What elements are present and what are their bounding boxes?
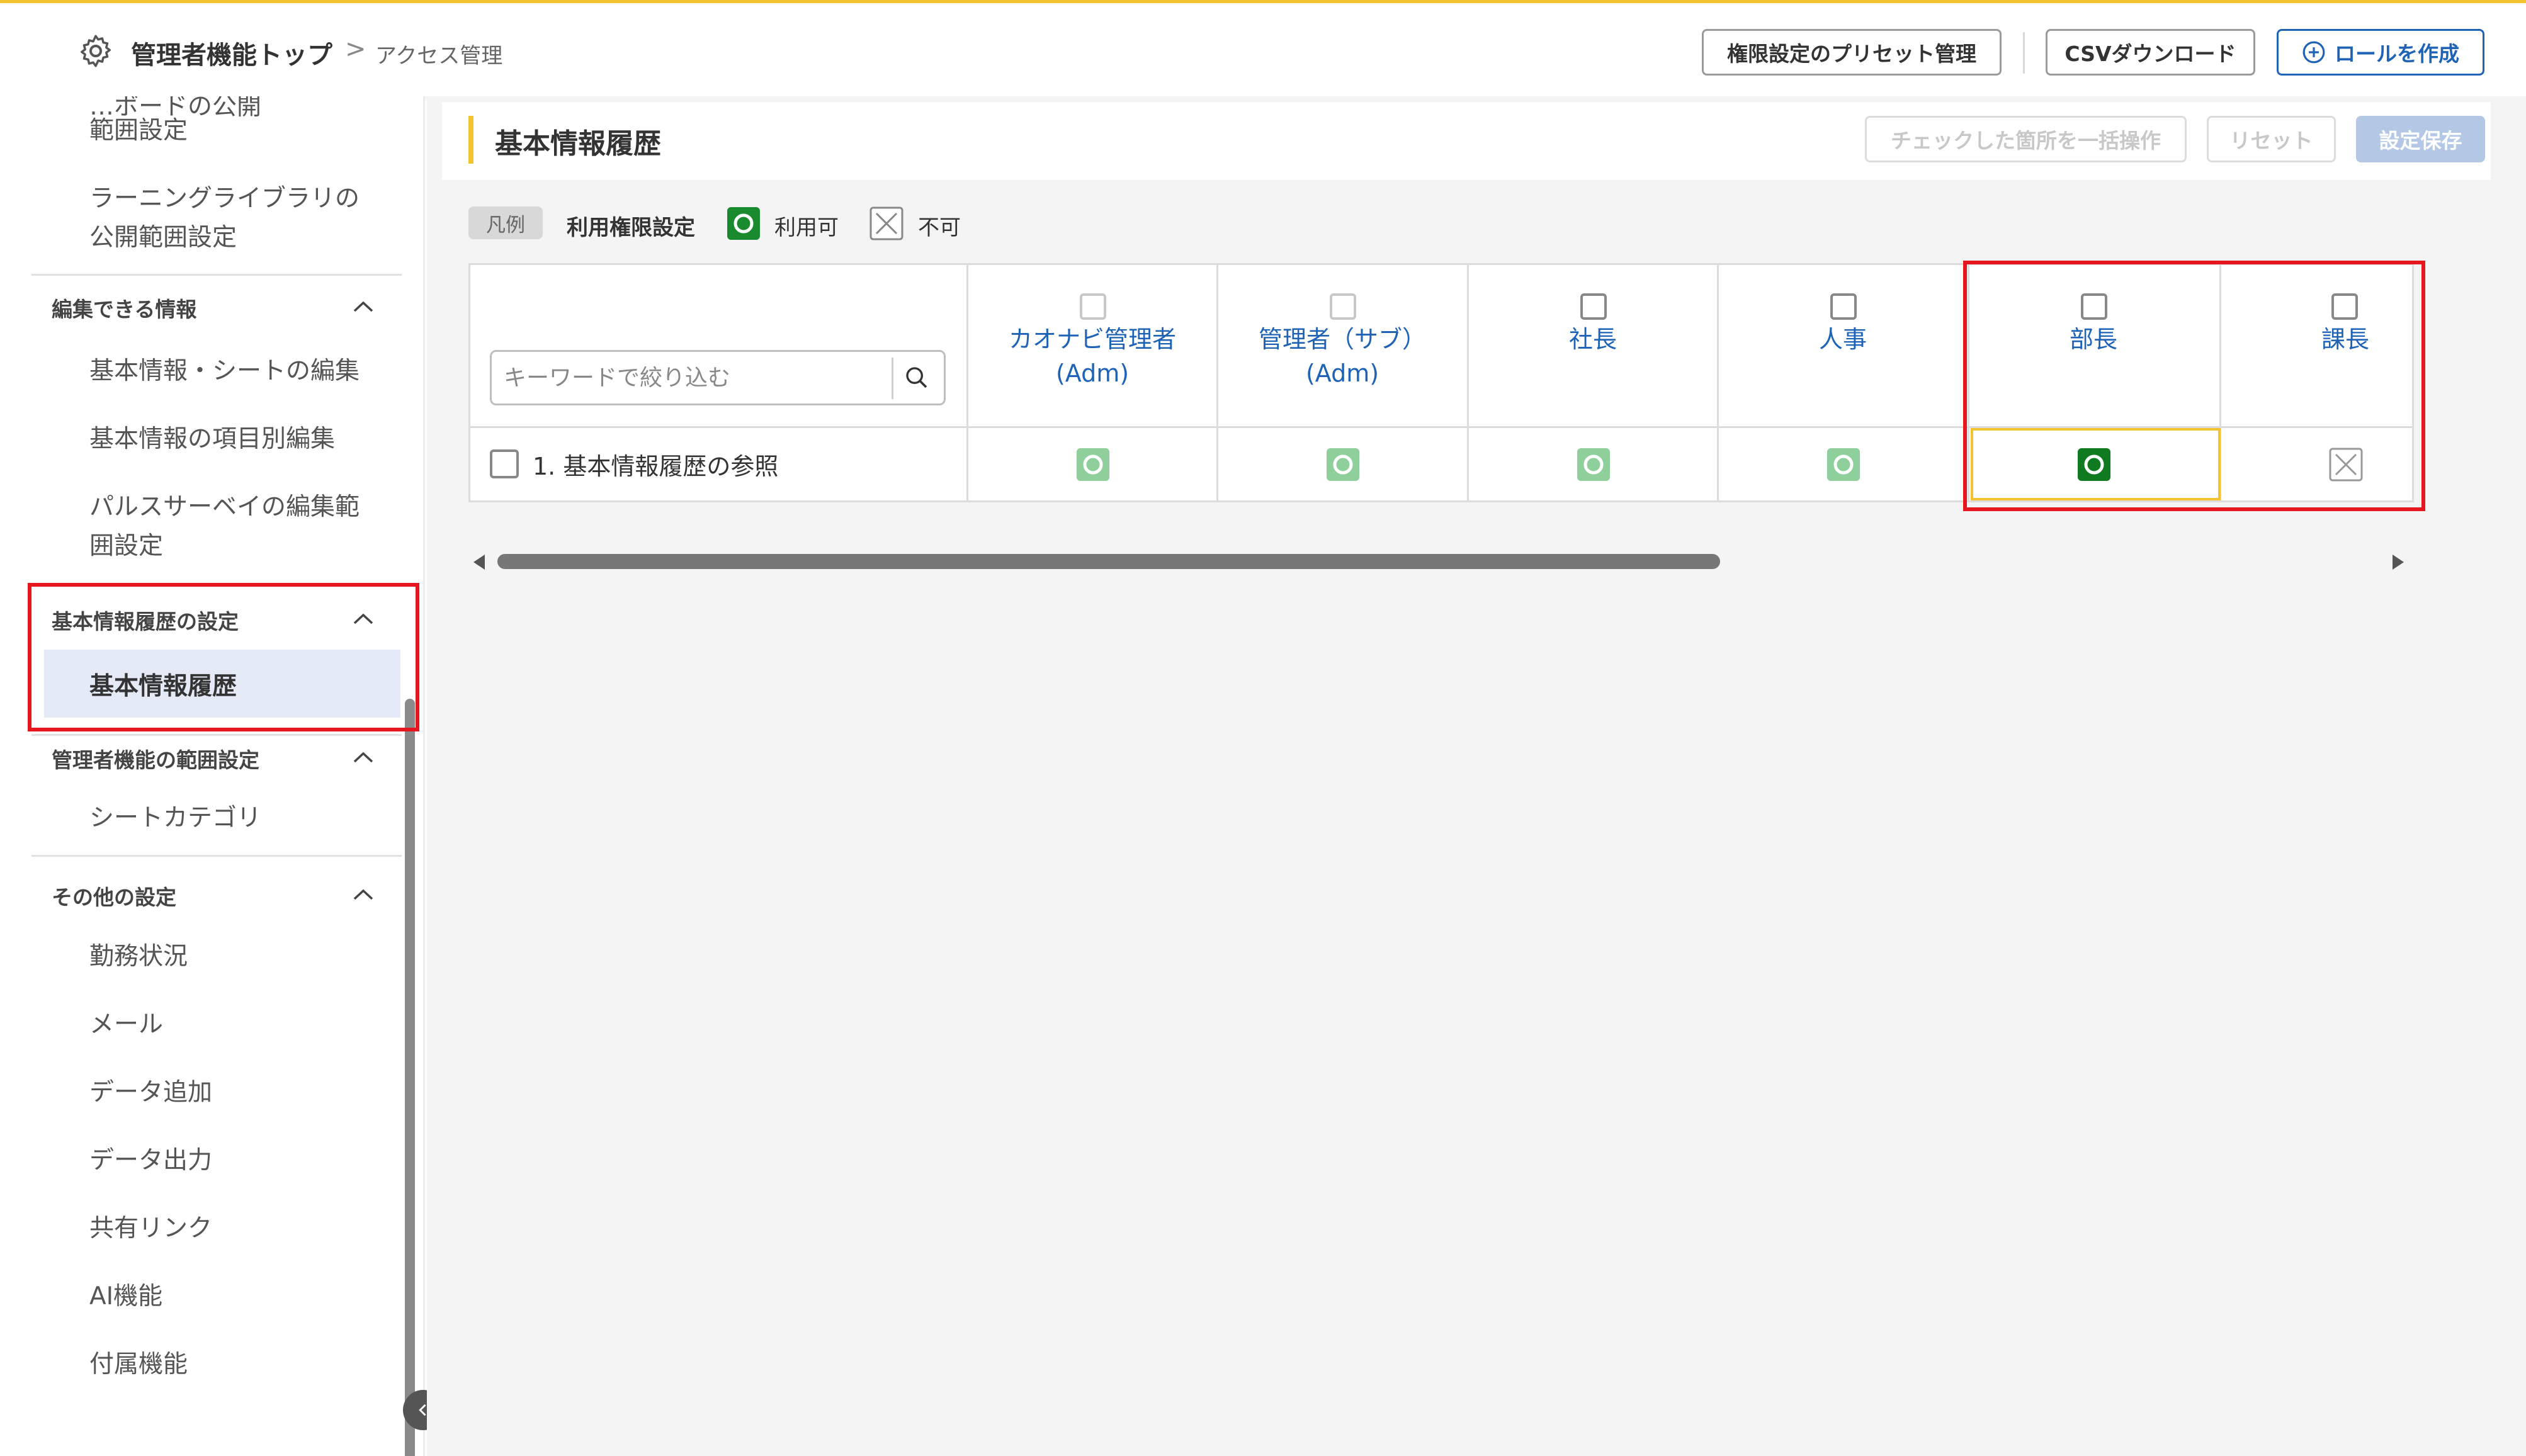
sidebar-item-data-import[interactable]: データ追加	[89, 1073, 212, 1112]
sidebar-item-ai[interactable]: AI機能	[89, 1277, 162, 1316]
sidebar-item-basic-sheet-edit[interactable]: 基本情報・シートの編集	[89, 352, 360, 391]
csv-download-button[interactable]: CSVダウンロード	[2046, 29, 2255, 76]
legend-chip: 凡例	[468, 206, 543, 239]
gear-icon[interactable]	[77, 32, 115, 70]
chevron-up-icon[interactable]	[353, 751, 374, 764]
allowed-locked-icon	[1327, 448, 1359, 481]
sidebar: …ボードの公開 範囲設定 ラーニングライブラリの 公開範囲設定 編集できる情報 …	[0, 96, 425, 1456]
breadcrumb-separator: >	[345, 35, 366, 64]
chevron-up-icon[interactable]	[353, 300, 374, 313]
sidebar-item-learning-library[interactable]: ラーニングライブラリの	[89, 179, 360, 218]
sidebar-item-share-link[interactable]: 共有リンク	[89, 1209, 212, 1248]
reset-button[interactable]: リセット	[2207, 116, 2336, 162]
preset-management-button[interactable]: 権限設定のプリセット管理	[1702, 29, 2002, 76]
save-settings-button[interactable]: 設定保存	[2356, 116, 2485, 162]
column-checkbox-president[interactable]	[1580, 293, 1607, 320]
table-column-divider	[1717, 263, 1719, 502]
plus-circle-icon	[2302, 41, 2325, 64]
column-header-hr[interactable]: 人事	[1718, 322, 1968, 356]
sidebar-item-pulse-survey[interactable]: パルスサーベイの編集範	[89, 488, 360, 527]
sidebar-section-admin-scope[interactable]: 管理者機能の範囲設定	[52, 743, 259, 774]
highlight-box-sidebar	[28, 583, 419, 731]
highlight-box-columns	[1963, 261, 2425, 511]
sidebar-item-mail[interactable]: メール	[89, 1005, 163, 1044]
page-title: 基本情報履歴	[495, 128, 661, 160]
allowed-locked-icon	[1077, 448, 1109, 481]
horizontal-scrollbar-thumb[interactable]	[497, 554, 1720, 569]
header-divider	[2023, 32, 2025, 74]
bulk-operation-button[interactable]: チェックした箇所を一括操作	[1865, 116, 2187, 162]
sidebar-item-addons[interactable]: 付属機能	[89, 1345, 188, 1384]
column-header-sub-admin[interactable]: 管理者（サブ） (Adm)	[1218, 322, 1467, 390]
sidebar-section-other-settings[interactable]: その他の設定	[52, 881, 176, 911]
sidebar-item-data-export[interactable]: データ出力	[89, 1141, 212, 1180]
sidebar-item-sheet-category[interactable]: シートカテゴリ	[89, 799, 261, 838]
legend-denied-text: 不可	[918, 215, 961, 240]
table-column-divider	[1467, 263, 1469, 502]
sidebar-item-dashboard-label[interactable]: 範囲設定	[89, 111, 188, 150]
column-checkbox-kaonavi-admin[interactable]	[1080, 293, 1106, 320]
sidebar-item-field-edit[interactable]: 基本情報の項目別編集	[89, 420, 335, 459]
legend-label: 利用権限設定	[567, 215, 695, 240]
title-accent-bar	[468, 116, 473, 164]
column-checkbox-hr[interactable]	[1830, 293, 1857, 320]
column-checkbox-sub-admin[interactable]	[1330, 293, 1356, 320]
allowed-locked-icon	[1827, 448, 1860, 481]
sidebar-item-attendance[interactable]: 勤務状況	[89, 937, 188, 976]
sidebar-divider	[31, 855, 402, 857]
column-header-president[interactable]: 社長	[1468, 322, 1718, 356]
create-role-label: ロールを作成	[2335, 42, 2459, 66]
header: 管理者機能トップ > アクセス管理 権限設定のプリセット管理 CSVダウンロード…	[0, 3, 2526, 96]
search-divider	[892, 358, 893, 399]
row-label-basic-info-history: 1. 基本情報履歴の参照	[533, 453, 779, 480]
denied-icon	[869, 206, 903, 240]
scroll-left-arrow[interactable]	[473, 555, 485, 570]
column-header-kaonavi-admin[interactable]: カオナビ管理者 (Adm)	[968, 322, 1217, 390]
header-title[interactable]: 管理者機能トップ	[131, 35, 332, 71]
sidebar-section-editable-info[interactable]: 編集できる情報	[52, 293, 196, 323]
sidebar-item-learning-library-label[interactable]: 公開範囲設定	[89, 218, 237, 257]
allowed-locked-icon	[1577, 448, 1610, 481]
breadcrumb-current: アクセス管理	[375, 43, 503, 69]
sidebar-divider	[31, 734, 402, 736]
sidebar-scrollbar[interactable]	[405, 699, 415, 1456]
search-input[interactable]	[504, 359, 881, 397]
row-checkbox[interactable]	[490, 449, 519, 478]
legend-allowed-text: 利用可	[774, 215, 839, 240]
create-role-button[interactable]: ロールを作成	[2277, 29, 2484, 76]
scroll-right-arrow[interactable]	[2393, 555, 2404, 570]
sidebar-divider	[31, 274, 402, 276]
chevron-up-icon[interactable]	[353, 888, 374, 901]
sidebar-item-pulse-survey-label[interactable]: 囲設定	[89, 527, 163, 566]
search-icon[interactable]	[904, 365, 929, 390]
allowed-icon	[727, 207, 760, 240]
